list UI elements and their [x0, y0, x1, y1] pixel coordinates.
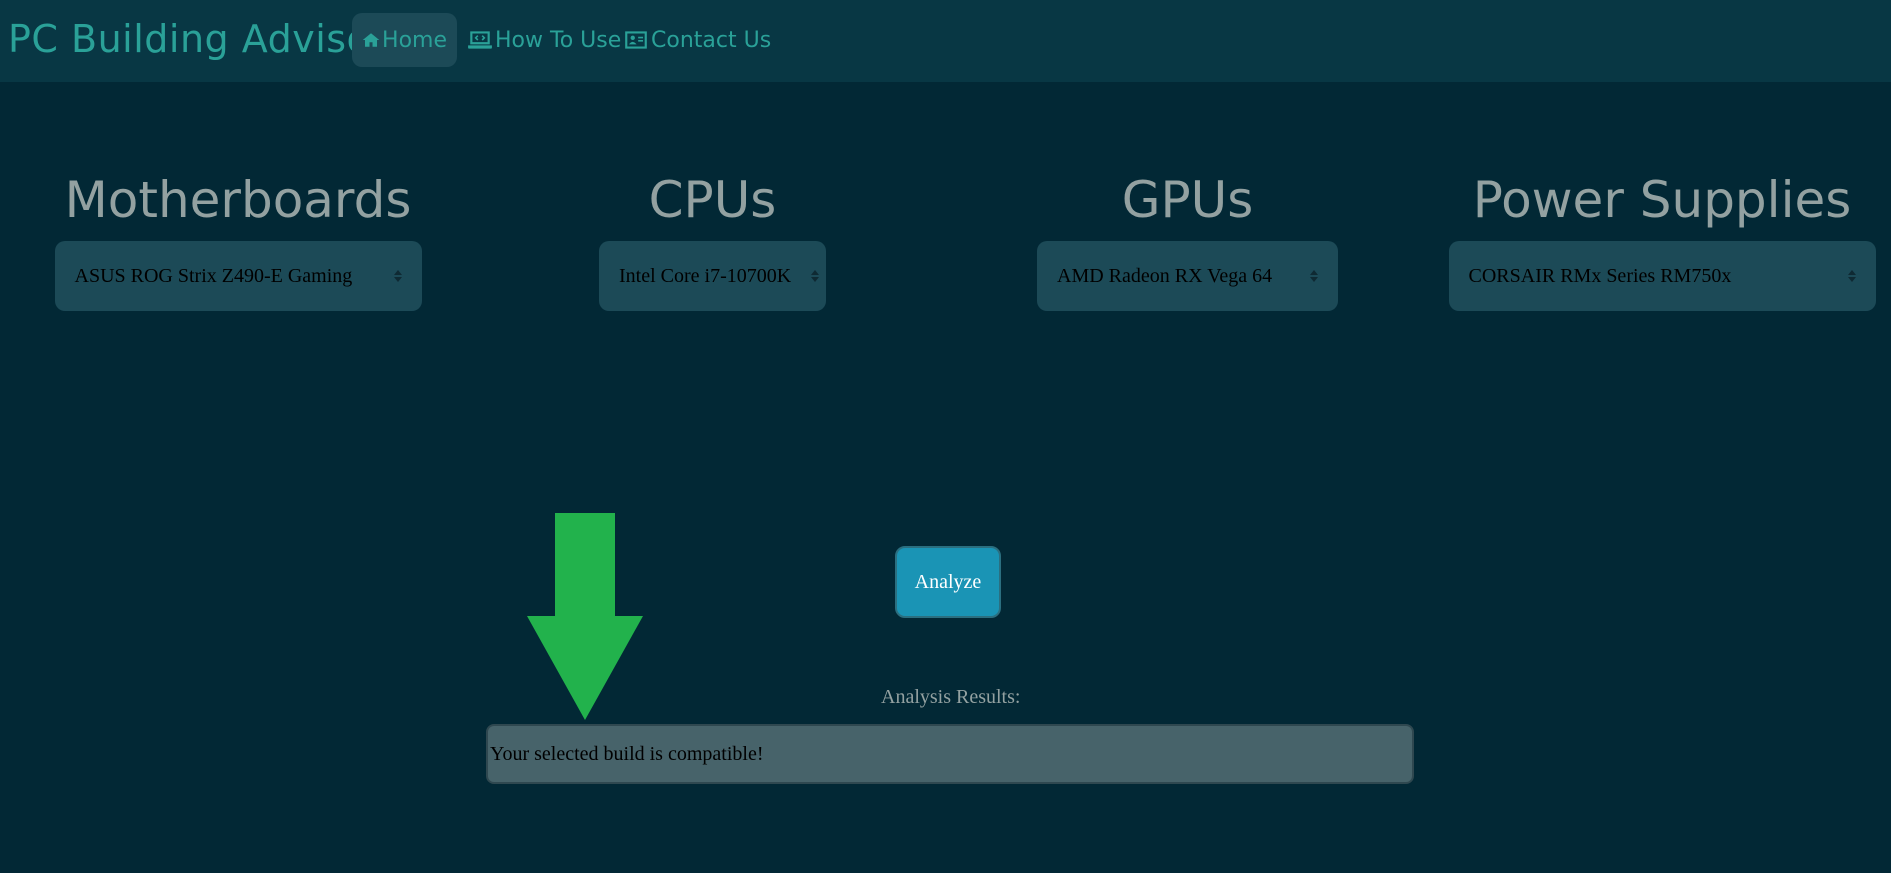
address-card-icon — [625, 31, 647, 49]
nav-contact-us[interactable]: Contact Us — [613, 13, 781, 67]
cpus-heading: CPUs — [648, 171, 777, 229]
sort-arrows-icon — [1310, 270, 1318, 282]
motherboard-selected-value: ASUS ROG Strix Z490-E Gaming — [74, 264, 353, 287]
nav-contact-us-label: Contact Us — [651, 27, 772, 53]
motherboard-select[interactable]: ASUS ROG Strix Z490-E Gaming — [54, 241, 422, 311]
home-icon — [362, 33, 380, 47]
nav-home-label: Home — [382, 27, 447, 53]
sort-arrows-icon — [393, 270, 402, 282]
brand-title[interactable]: PC Building Advisor — [8, 17, 386, 61]
analysis-results-label: Analysis Results: — [881, 686, 1021, 708]
motherboards-section: Motherboards ASUS ROG Strix Z490-E Gamin… — [54, 170, 422, 311]
gpu-select[interactable]: AMD Radeon RX Vega 64 — [1037, 241, 1338, 311]
power-supply-select[interactable]: CORSAIR RMx Series RM750x — [1448, 241, 1876, 311]
analyze-button[interactable]: Analyze — [895, 546, 1001, 618]
motherboards-heading: Motherboards — [64, 171, 412, 229]
nav-home[interactable]: Home — [352, 13, 457, 67]
navbar: PC Building Advisor Home How To Use Cont… — [0, 0, 1891, 82]
sort-arrows-icon — [1847, 270, 1856, 282]
nav-how-to-use-label: How To Use — [495, 27, 622, 53]
gpus-section: GPUs AMD Radeon RX Vega 64 — [1037, 170, 1338, 311]
laptop-code-icon — [468, 31, 492, 49]
gpus-heading: GPUs — [1121, 171, 1254, 229]
nav-how-to-use[interactable]: How To Use — [457, 13, 631, 67]
cpus-section: CPUs Intel Core i7-10700K — [599, 170, 826, 311]
power-supplies-section: Power Supplies CORSAIR RMx Series RM750x — [1448, 170, 1876, 311]
power-supplies-heading: Power Supplies — [1472, 171, 1852, 229]
sort-arrows-icon — [811, 270, 820, 282]
analysis-results-output: Your selected build is compatible! — [486, 724, 1414, 784]
power-supply-selected-value: CORSAIR RMx Series RM750x — [1468, 264, 1732, 287]
gpu-selected-value: AMD Radeon RX Vega 64 — [1057, 264, 1273, 287]
cpu-selected-value: Intel Core i7-10700K — [619, 264, 792, 287]
down-arrow-icon — [527, 513, 643, 720]
cpu-select[interactable]: Intel Core i7-10700K — [599, 241, 826, 311]
